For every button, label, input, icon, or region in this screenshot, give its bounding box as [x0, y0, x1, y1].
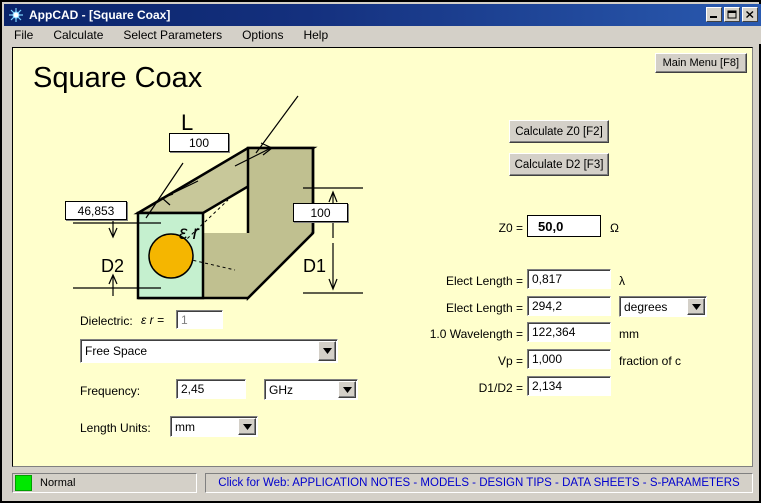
elect-length-lambda-input[interactable]: 0,817: [527, 269, 611, 289]
window-controls: [706, 7, 758, 22]
length-units-label: Length Units:: [80, 421, 151, 435]
frequency-unit-select[interactable]: GHz: [264, 379, 358, 400]
material-select[interactable]: Free Space: [80, 339, 338, 363]
epsilon-r-diagram-label: ε r: [179, 223, 199, 244]
frequency-label: Frequency:: [80, 384, 141, 398]
close-button[interactable]: [742, 7, 758, 22]
status-pane: Normal: [12, 473, 197, 493]
elect-length-unit-value: degrees: [624, 299, 668, 314]
material-select-value: Free Space: [85, 344, 148, 358]
epsilon-r-input[interactable]: 1: [176, 310, 223, 329]
z0-value[interactable]: 50,0: [527, 215, 601, 237]
elect-length-deg-input[interactable]: 294,2: [527, 296, 611, 316]
status-bar: Normal Click for Web: APPLICATION NOTES …: [12, 472, 753, 494]
weblink-pane[interactable]: Click for Web: APPLICATION NOTES - MODEL…: [205, 473, 753, 493]
calculate-d2-button[interactable]: Calculate D2 [F3]: [509, 153, 609, 176]
window-title: AppCAD - [Square Coax]: [29, 8, 171, 22]
page-title: Square Coax: [33, 62, 203, 94]
length-input[interactable]: 100: [169, 133, 229, 152]
chevron-down-icon[interactable]: [338, 381, 356, 398]
calculate-z0-button[interactable]: Calculate Z0 [F2]: [509, 120, 609, 143]
vp-unit: fraction of c: [619, 354, 682, 368]
epsilon-r-label: ε r =: [141, 313, 164, 327]
main-menu-button[interactable]: Main Menu [F8]: [654, 53, 747, 73]
wavelength-label: 1.0 Wavelength =: [429, 327, 523, 341]
z0-label: Z0 =: [498, 221, 523, 235]
frequency-input[interactable]: 2,45: [176, 379, 246, 399]
menu-item-calculate[interactable]: Calculate: [51, 27, 105, 43]
menu-item-help[interactable]: Help: [301, 27, 330, 43]
diagram-d2-label: D2: [101, 256, 125, 276]
elect-length-unit-select[interactable]: degrees: [619, 296, 707, 317]
ratio-input[interactable]: 2,134: [527, 376, 611, 396]
menu-item-file[interactable]: File: [12, 27, 35, 43]
length-units-select[interactable]: mm: [170, 416, 258, 437]
app-window: AppCAD - [Square Coax] File Calculate Se…: [0, 0, 761, 503]
app-icon: [8, 7, 24, 23]
ratio-label: D1/D2 =: [478, 381, 523, 395]
diagram-d1-label: D1: [303, 256, 327, 276]
chevron-down-icon[interactable]: [318, 341, 336, 361]
weblink-text[interactable]: Click for Web: APPLICATION NOTES - MODEL…: [218, 477, 739, 489]
client-area: Square Coax Main Menu [F8] L 100 D2 46,8…: [12, 47, 753, 467]
frequency-unit-value: GHz: [269, 382, 293, 397]
menu-item-options[interactable]: Options: [240, 27, 285, 43]
maximize-button[interactable]: [724, 7, 740, 22]
status-led-icon: [15, 475, 32, 491]
elect-length-deg-label: Elect Length =: [445, 301, 523, 315]
elect-length-lambda-unit: λ: [619, 274, 625, 288]
z0-unit: Ω: [610, 221, 619, 235]
minimize-button[interactable]: [706, 7, 722, 22]
menu-bar: File Calculate Select Parameters Options…: [4, 26, 761, 44]
wavelength-input[interactable]: 122,364: [527, 322, 611, 342]
chevron-down-icon[interactable]: [687, 298, 705, 315]
length-units-value: mm: [175, 419, 195, 434]
wavelength-unit: mm: [619, 327, 639, 341]
d1-input[interactable]: 100: [293, 203, 348, 222]
vp-label: Vp =: [497, 354, 523, 368]
vp-input[interactable]: 1,000: [527, 349, 611, 369]
chevron-down-icon[interactable]: [238, 418, 256, 435]
dielectric-label: Dielectric:: [80, 314, 133, 328]
menu-item-select-parameters[interactable]: Select Parameters: [121, 27, 224, 43]
status-text: Normal: [40, 477, 76, 489]
title-bar[interactable]: AppCAD - [Square Coax]: [4, 4, 761, 26]
d2-input[interactable]: 46,853: [65, 201, 127, 220]
elect-length-lambda-label: Elect Length =: [445, 274, 523, 288]
